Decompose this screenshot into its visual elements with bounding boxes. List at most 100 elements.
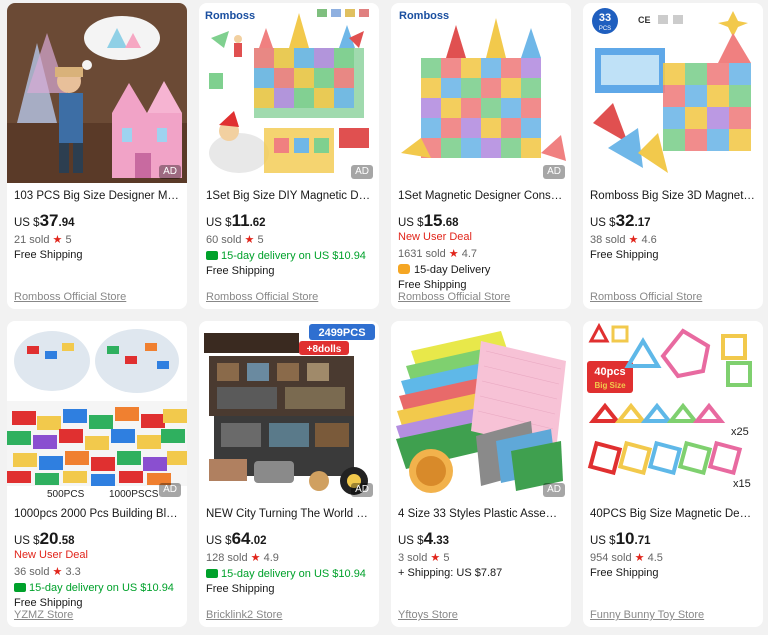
truck-icon	[14, 583, 26, 592]
sold-rating: 36 sold ★ 3.3	[14, 566, 81, 578]
product-title[interactable]: 40PCS Big Size Magnetic Designer ...	[590, 507, 756, 521]
product-title[interactable]: 103 PCS Big Size Designer Magneti...	[14, 189, 180, 203]
shipping-info: Free Shipping	[14, 597, 83, 609]
product-price: US $32.17	[590, 211, 651, 230]
truck-icon	[206, 251, 218, 260]
shipping-info: Free Shipping	[206, 265, 275, 277]
product-photo-baseplates	[391, 321, 571, 501]
star-icon: ★	[430, 552, 441, 564]
delivery-promo: 15-day delivery on US $10.94	[206, 567, 372, 582]
sold-rating: 954 sold ★ 4.5	[590, 552, 663, 564]
star-icon: ★	[52, 566, 63, 578]
pcs-badge-unit: PCS	[599, 26, 611, 32]
delivery-promo: 15-day delivery on US $10.94	[14, 581, 180, 596]
product-price: US $20.58	[14, 529, 75, 548]
new-user-deal: New User Deal	[14, 549, 88, 561]
brand-logo: Romboss	[205, 10, 255, 22]
product-price: US $4.33	[398, 529, 450, 548]
store-link[interactable]: Bricklink2 Store	[206, 609, 282, 621]
label-500pcs: 500PCS	[47, 489, 85, 500]
product-photo-building-set: 2499PCS +8dolls	[199, 321, 379, 501]
star-icon: ★	[634, 552, 645, 564]
product-title[interactable]: 1Set Magnetic Designer Constructi...	[398, 189, 564, 203]
store-link[interactable]: Romboss Official Store	[590, 291, 702, 303]
big-size-label: Big Size	[594, 381, 626, 390]
product-card[interactable]: 33 PCS CE Romboss Big Size 3D Magnetic U…	[583, 3, 763, 309]
product-card[interactable]: 2499PCS +8dolls AD NEW City Turning The …	[199, 321, 379, 627]
product-card[interactable]: 40pcs Big Size x25 x15 40PCS Big Size Ma…	[583, 321, 763, 627]
sold-rating: 60 sold ★ 5	[206, 234, 264, 246]
sold-rating: 3 sold ★ 5	[398, 552, 450, 564]
ad-badge: AD	[159, 483, 181, 497]
product-image[interactable]: Romboss AD	[199, 3, 379, 183]
product-photo-magnetic-pieces: 40pcs Big Size x25 x15	[583, 321, 763, 501]
ad-badge: AD	[351, 483, 373, 497]
product-title[interactable]: 4 Size 33 Styles Plastic Assembly Bl...	[398, 507, 564, 521]
store-link[interactable]: Yftoys Store	[398, 609, 458, 621]
shipping-info: Free Shipping	[590, 249, 659, 261]
brand-logo: Romboss	[399, 10, 449, 22]
product-price: US $10.71	[590, 529, 651, 548]
x25-label: x25	[731, 426, 749, 438]
product-image[interactable]: Romboss AD	[391, 3, 571, 183]
product-price: US $37.94	[14, 211, 75, 230]
product-photo-magnetic-tiles-child	[7, 3, 187, 183]
sold-rating: 21 sold ★ 5	[14, 234, 72, 246]
sold-rating: 38 sold ★ 4.6	[590, 234, 657, 246]
size-40pcs: 40pcs	[594, 366, 625, 378]
product-title[interactable]: Romboss Big Size 3D Magnetic Bui...	[590, 189, 756, 203]
new-user-deal: New User Deal	[398, 231, 472, 243]
star-icon: ★	[628, 234, 639, 246]
delivery-icon	[398, 264, 410, 274]
product-image[interactable]: 33 PCS CE	[583, 3, 763, 183]
ad-badge: AD	[543, 483, 565, 497]
product-title[interactable]: NEW City Turning The World Room...	[206, 507, 372, 521]
product-price: US $64.02	[206, 529, 267, 548]
shipping-info: Free Shipping	[206, 583, 275, 595]
shipping-info: Free Shipping	[14, 249, 83, 261]
truck-icon	[206, 569, 218, 578]
product-photo-magnetic-tile-castle: Romboss	[391, 3, 571, 183]
ad-badge: AD	[543, 165, 565, 179]
star-icon: ★	[250, 552, 261, 564]
product-image[interactable]: AD	[391, 321, 571, 501]
delivery-promo: 15-day delivery on US $10.94	[206, 249, 372, 264]
star-icon: ★	[244, 234, 255, 246]
store-link[interactable]: YZMZ Store	[14, 609, 73, 621]
product-card[interactable]: AD 4 Size 33 Styles Plastic Assembly Bl.…	[391, 321, 571, 627]
ad-badge: AD	[351, 165, 373, 179]
pcs-badge-count: 33	[599, 12, 611, 24]
product-image[interactable]: 40pcs Big Size x25 x15	[583, 321, 763, 501]
product-title[interactable]: 1Set Big Size DIY Magnetic Designe...	[206, 189, 372, 203]
sold-rating: 1631 sold ★ 4.7	[398, 248, 478, 260]
product-photo-magnetic-castle: Romboss	[199, 3, 379, 183]
delivery-badge: 15-day Delivery	[398, 263, 564, 278]
product-price: US $11.62	[206, 211, 266, 230]
product-card[interactable]: Romboss AD 1Set Big Size DIY Magnetic De…	[199, 3, 379, 309]
star-icon: ★	[448, 248, 459, 260]
dolls-8-label: +8dolls	[307, 344, 342, 355]
product-photo-building-blocks: 500PCS 1000PSCS	[7, 321, 187, 501]
product-image[interactable]: 500PCS 1000PSCS AD	[7, 321, 187, 501]
store-link[interactable]: Romboss Official Store	[14, 291, 126, 303]
shipping-info: + Shipping: US $7.87	[398, 567, 503, 579]
product-price: US $15.68	[398, 211, 459, 230]
product-image[interactable]: 2499PCS +8dolls AD	[199, 321, 379, 501]
ad-badge: AD	[159, 165, 181, 179]
product-card[interactable]: AD 103 PCS Big Size Designer Magneti... …	[7, 3, 187, 309]
shipping-info: Free Shipping	[398, 279, 467, 291]
store-link[interactable]: Funny Bunny Toy Store	[590, 609, 704, 621]
product-card[interactable]: Romboss AD 1Set Magnetic Designer Constr…	[391, 3, 571, 309]
cert-marks: CE	[638, 15, 651, 25]
x15-label: x15	[733, 478, 751, 490]
product-image[interactable]: AD	[7, 3, 187, 183]
product-card[interactable]: 500PCS 1000PSCS AD 1000pcs 2000 Pcs Buil…	[7, 321, 187, 627]
sold-rating: 128 sold ★ 4.9	[206, 552, 279, 564]
star-icon: ★	[52, 234, 63, 246]
product-title[interactable]: 1000pcs 2000 Pcs Building Blocks ...	[14, 507, 180, 521]
label-1000pcs: 1000PSCS	[109, 489, 159, 500]
product-grid: AD 103 PCS Big Size Designer Magneti... …	[0, 0, 768, 635]
store-link[interactable]: Romboss Official Store	[206, 291, 318, 303]
shipping-info: Free Shipping	[590, 567, 659, 579]
store-link[interactable]: Romboss Official Store	[398, 291, 510, 303]
